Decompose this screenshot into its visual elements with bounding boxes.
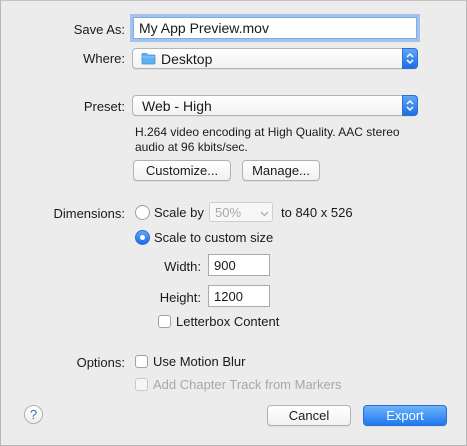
letterbox-label: Letterbox Content <box>176 314 280 329</box>
width-input[interactable]: 900 <box>208 254 270 276</box>
height-input[interactable]: 1200 <box>208 285 270 307</box>
scale-result: to 840 x 526 <box>281 205 353 220</box>
preset-value: Web - High <box>142 98 212 114</box>
save-as-input[interactable]: My App Preview.mov <box>133 17 417 39</box>
options-label: Options: <box>76 355 125 370</box>
custom-size-label: Scale to custom size <box>154 230 274 245</box>
up-down-arrows-icon <box>406 99 414 112</box>
folder-icon <box>141 52 156 68</box>
preset-stepper <box>402 95 418 116</box>
custom-size-radio[interactable] <box>135 230 150 245</box>
up-down-arrows-icon <box>406 52 414 65</box>
where-popup[interactable]: Desktop <box>132 48 418 69</box>
where-value: Desktop <box>161 51 213 67</box>
scale-by-value: 50% <box>215 205 242 220</box>
chapter-track-checkbox <box>135 378 148 391</box>
export-dialog: Save As: My App Preview.mov Where: Deskt… <box>0 0 467 446</box>
chevron-down-icon <box>260 207 269 222</box>
preset-popup[interactable]: Web - High <box>132 95 418 116</box>
cancel-button[interactable]: Cancel <box>267 405 351 426</box>
preset-description-line1: H.264 video encoding at High Quality. AA… <box>135 125 400 139</box>
height-label: Height: <box>159 290 201 305</box>
where-stepper <box>402 48 418 69</box>
motion-blur-checkbox[interactable] <box>135 355 148 368</box>
chapter-track-label: Add Chapter Track from Markers <box>153 377 342 392</box>
save-as-label: Save As: <box>73 22 125 37</box>
help-button[interactable]: ? <box>24 405 43 424</box>
scale-by-label: Scale by <box>154 205 204 220</box>
letterbox-checkbox[interactable] <box>158 315 171 328</box>
preset-description-line2: audio at 96 kbits/sec. <box>135 140 248 154</box>
scale-by-radio[interactable] <box>135 205 150 220</box>
dimensions-label: Dimensions: <box>53 206 125 221</box>
height-value: 1200 <box>214 289 243 304</box>
motion-blur-label: Use Motion Blur <box>153 354 246 369</box>
width-value: 900 <box>214 258 236 273</box>
width-label: Width: <box>164 259 201 274</box>
scale-by-select: 50% <box>209 202 273 222</box>
where-label: Where: <box>83 51 125 66</box>
export-button[interactable]: Export <box>363 405 447 426</box>
preset-label: Preset: <box>83 99 125 114</box>
save-as-value: My App Preview.mov <box>139 20 269 36</box>
manage-button[interactable]: Manage... <box>242 160 320 181</box>
customize-button[interactable]: Customize... <box>133 160 231 181</box>
